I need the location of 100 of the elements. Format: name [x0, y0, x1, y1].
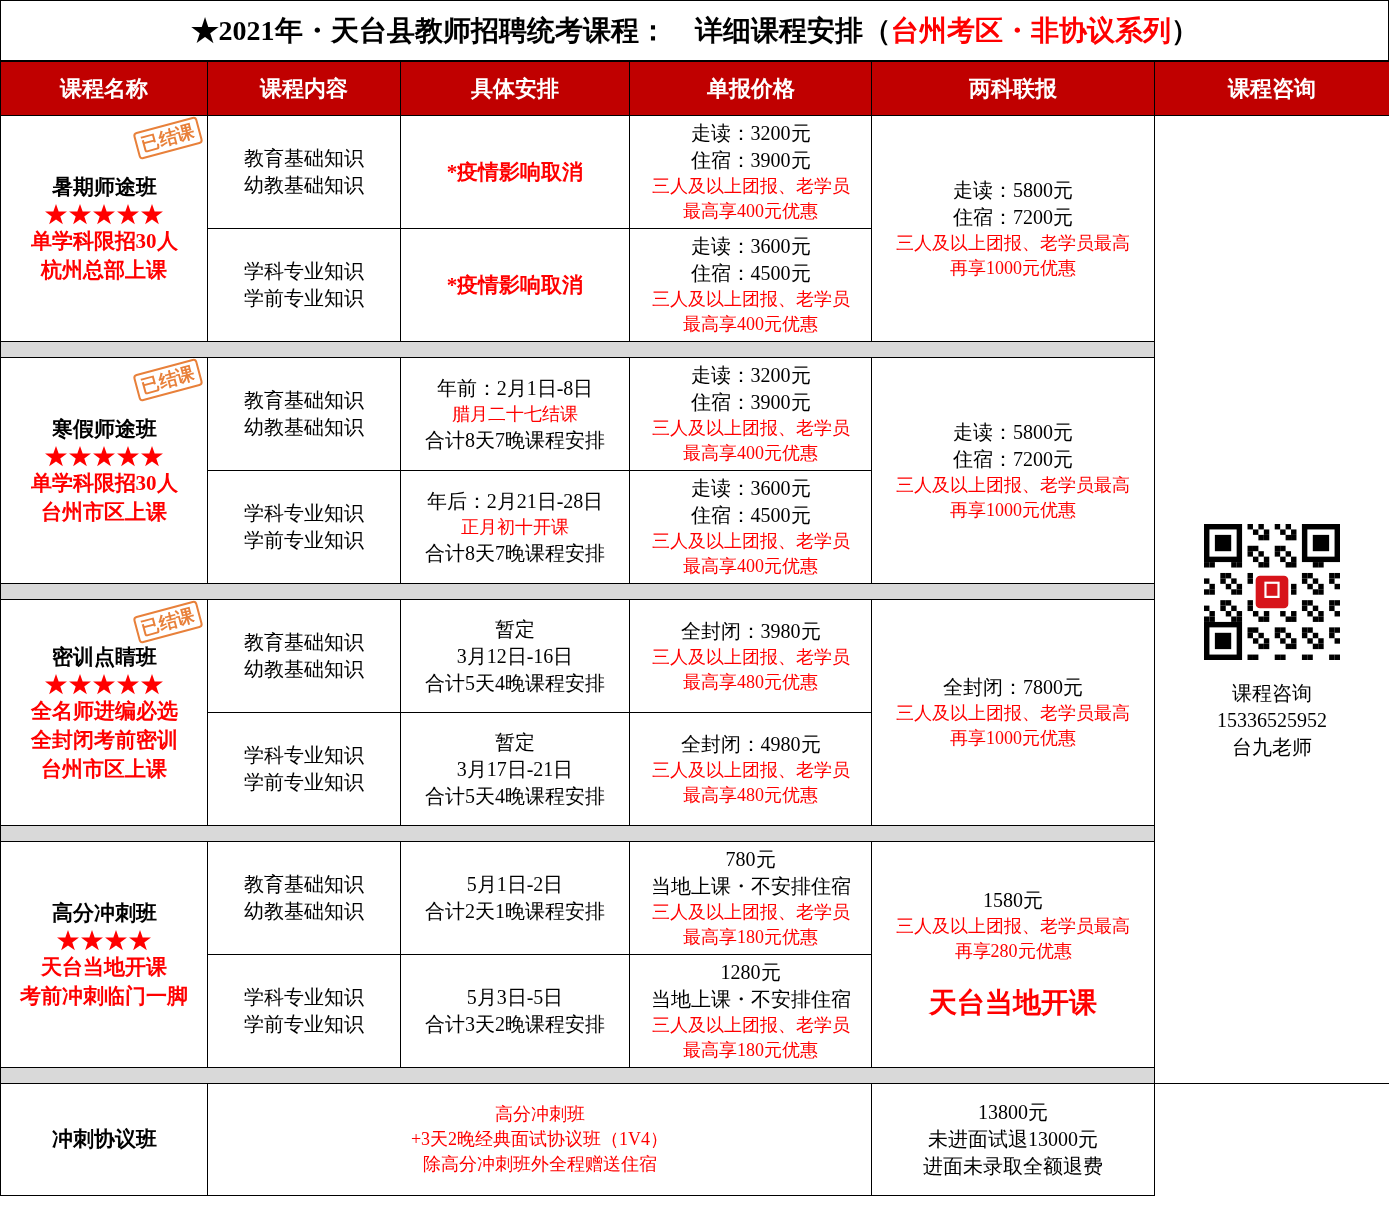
cell-text: 走读：3200元 [690, 121, 811, 146]
cell-text: 最高享400元优惠 [683, 200, 818, 223]
cell-text: 三人及以上团报、老学员 [651, 417, 850, 440]
cell-text: 最高享400元优惠 [683, 555, 818, 578]
star-icon [57, 930, 79, 951]
cell-text: 再享1000元优惠 [950, 256, 1076, 280]
cell-text: 天台当地开课 [929, 986, 1097, 1020]
star-icon [117, 446, 139, 467]
cell-text: *疫情影响取消 [446, 159, 584, 186]
cell-text: 再享1000元优惠 [950, 727, 1076, 750]
cell-text: 三人及以上团报、老学员 [651, 530, 850, 553]
cell-text: 合计8天7晚课程安排 [425, 540, 605, 566]
cell-text: 再享280元优惠 [954, 940, 1072, 963]
cell-text: 合计3天2晚课程安排 [425, 1012, 605, 1037]
cell-text: 学前专业知识 [244, 286, 364, 311]
star-icon [45, 204, 67, 225]
cell-text: 3月12日-16日 [456, 643, 574, 669]
course-note: 全封闭考前密训 [30, 726, 178, 754]
cell-text: 再享1000元优惠 [950, 498, 1076, 522]
cell-text: 三人及以上团报、老学员 [651, 645, 850, 669]
cell-text: 全封闭：3980元 [680, 618, 821, 644]
course-note: 考前冲刺临门一脚 [20, 983, 188, 1010]
cell-text: 进面未录取全额退费 [923, 1154, 1103, 1179]
cell-text: 走读：3600元 [690, 234, 811, 259]
course-note: 全名师进编必选 [30, 697, 178, 725]
cell-text: 幼教基础知识 [244, 173, 364, 198]
cell-text: 三人及以上团报、老学员 [651, 1014, 850, 1037]
course-name: 密训点睛班 [51, 643, 157, 671]
cell-text: 15336525952 [1217, 707, 1327, 733]
cell-text: 当地上课・不安排住宿 [650, 987, 851, 1012]
cell-text: 合计8天7晚课程安排 [425, 427, 605, 453]
cell-text: 走读：3600元 [690, 476, 811, 501]
star-icon [69, 204, 91, 225]
cell-text: 台九老师 [1232, 734, 1312, 760]
star-icon [45, 673, 67, 695]
cell-text: 最高享180元优惠 [683, 1039, 818, 1062]
cell-text: 教育基础知识 [244, 872, 364, 897]
cell-text: 幼教基础知识 [244, 415, 364, 440]
cell-text: 学前专业知识 [244, 770, 364, 795]
cell-text: 教育基础知识 [244, 630, 364, 655]
cell-text: 学前专业知识 [244, 1012, 364, 1037]
cell-text: 13800元 [978, 1100, 1048, 1125]
cell-text: 住宿：4500元 [690, 503, 811, 528]
cell-text: 学前专业知识 [244, 528, 364, 553]
cell-text: 合计2天1晚课程安排 [425, 899, 605, 924]
cell-text: 住宿：7200元 [953, 204, 1073, 230]
cell-text: 三人及以上团报、老学员 [651, 758, 850, 782]
cell-text: 幼教基础知识 [244, 899, 364, 924]
cell-text: 高分冲刺班 [494, 1103, 585, 1126]
cell-text: 当地上课・不安排住宿 [650, 874, 851, 899]
cell-text: 未进面试退13000元 [928, 1127, 1098, 1152]
star-icon [93, 204, 115, 225]
course-note: 台州市区上课 [41, 755, 167, 783]
cell-text: 5月3日-5日 [466, 985, 564, 1010]
star-icon [81, 930, 103, 951]
cell-text: 走读：3200元 [690, 363, 811, 388]
cell-text: 全封闭：4980元 [680, 731, 821, 757]
cell-text: 走读：5800元 [953, 419, 1073, 445]
cell-text: 合计5天4晚课程安排 [425, 670, 605, 696]
cell-text: 住宿：4500元 [690, 261, 811, 286]
cell-text: 住宿：3900元 [690, 148, 811, 173]
course-name: 冲刺协议班 [51, 1126, 157, 1151]
cell-text: 合计5天4晚课程安排 [425, 783, 605, 809]
cell-text: 最高享400元优惠 [683, 313, 818, 336]
cell-text: 教育基础知识 [244, 146, 364, 171]
star-icon [141, 204, 163, 225]
cell-text: 三人及以上团报、老学员最高 [896, 915, 1130, 938]
cell-text: 正月初十开课 [461, 515, 569, 539]
course-note: 杭州总部上课 [41, 257, 167, 284]
column-header: 两科联报 [871, 61, 1155, 116]
course-note: 单学科限招30人 [30, 470, 178, 497]
cell-text: 学科专业知识 [244, 259, 364, 284]
cell-text: 最高享480元优惠 [683, 783, 818, 807]
table-title: ★2021年・天台县教师招聘统考课程： 详细课程安排（台州考区・非协议系列） [0, 0, 1389, 61]
cell-text: 住宿：3900元 [690, 390, 811, 415]
cell-text: 年前：2月1日-8日 [436, 375, 594, 401]
cell-text: 住宿：7200元 [953, 446, 1073, 472]
cell-text: 年后：2月21日-28日 [426, 488, 604, 514]
cell-text: 三人及以上团报、老学员最高 [896, 473, 1130, 497]
star-icon [69, 446, 91, 467]
cell-text: 5月1日-2日 [466, 872, 564, 897]
cell-text: 1580元 [983, 888, 1043, 913]
cell-text: 全封闭：7800元 [943, 675, 1083, 700]
cell-text: 暂定 [495, 616, 535, 642]
course-note: 台州市区上课 [41, 499, 167, 526]
star-icon [45, 446, 67, 467]
cell-text: 780元 [725, 847, 776, 872]
cell-text: 学科专业知识 [244, 985, 364, 1010]
star-icon [117, 204, 139, 225]
cell-text: 幼教基础知识 [244, 657, 364, 682]
cell-text: +3天2晚经典面试协议班（1V4） [410, 1128, 669, 1151]
cell-text: 课程咨询 [1232, 680, 1312, 706]
cell-text: 最高享180元优惠 [683, 926, 818, 949]
star-icon [141, 446, 163, 467]
cell-text: 走读：5800元 [953, 177, 1073, 203]
cell-text: 除高分冲刺班外全程赠送住宿 [422, 1153, 657, 1176]
cell-text: 暂定 [495, 729, 535, 755]
cell-text: *疫情影响取消 [446, 272, 584, 299]
course-name: 暑期师途班 [51, 174, 157, 201]
course-note: 天台当地开课 [41, 954, 167, 981]
